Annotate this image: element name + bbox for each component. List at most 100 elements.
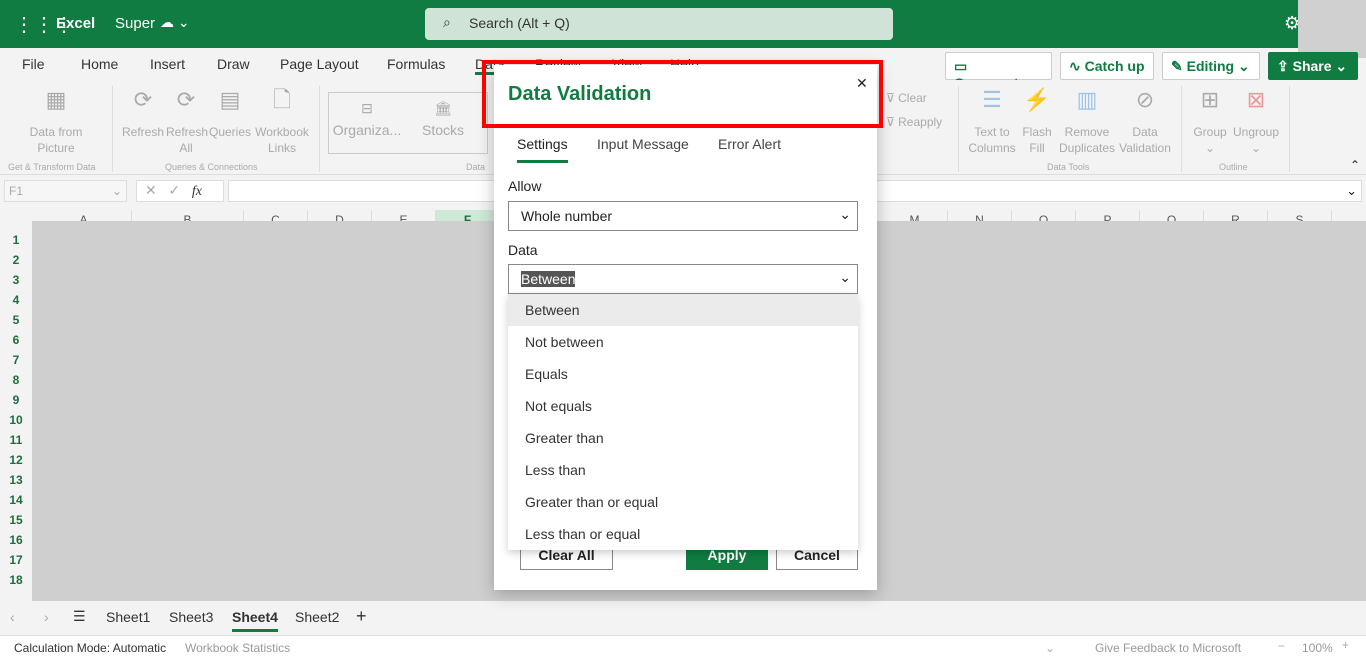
pulse-icon: ∿: [1069, 58, 1085, 74]
option-item[interactable]: Equals: [508, 358, 858, 390]
option-item[interactable]: Not equals: [508, 390, 858, 422]
option-item[interactable]: Greater than: [508, 422, 858, 454]
zoom-out-icon[interactable]: −: [1278, 639, 1285, 653]
row-header[interactable]: 11: [0, 430, 32, 450]
option-item[interactable]: Greater than or equal: [508, 486, 858, 518]
option-item[interactable]: Not between: [508, 326, 858, 358]
feedback-link[interactable]: Give Feedback to Microsoft: [1095, 641, 1241, 655]
workbook-statistics[interactable]: Workbook Statistics: [185, 641, 290, 655]
option-item[interactable]: Less than or equal: [508, 518, 858, 550]
fx-icon[interactable]: fx: [192, 184, 202, 199]
pencil-icon: ✎: [1171, 58, 1187, 74]
row-header[interactable]: 14: [0, 490, 32, 510]
tab-page-layout[interactable]: Page Layout: [280, 56, 359, 72]
clear-button[interactable]: ⊽ Clear: [886, 90, 927, 106]
redacted-area: [1298, 0, 1366, 58]
chevron-down-icon[interactable]: ⌄: [1045, 641, 1055, 655]
row-header[interactable]: 12: [0, 450, 32, 470]
group-label: Outline: [1219, 162, 1248, 172]
stocks-button[interactable]: 🏛 Stocks: [418, 100, 468, 138]
flash-fill-button[interactable]: ⚡ Flash Fill: [1020, 89, 1054, 156]
refresh-all-button[interactable]: ⟳ Refresh All: [166, 89, 208, 156]
label: Queries: [208, 125, 252, 139]
row-header[interactable]: 13: [0, 470, 32, 490]
row-header[interactable]: 16: [0, 530, 32, 550]
tab-formulas[interactable]: Formulas: [387, 56, 445, 72]
tab-home[interactable]: Home: [81, 56, 118, 72]
row-header[interactable]: 1: [0, 230, 32, 250]
tab-insert[interactable]: Insert: [150, 56, 185, 72]
scroll-left-icon[interactable]: ‹: [10, 609, 15, 625]
row-header[interactable]: 9: [0, 390, 32, 410]
text-to-columns-button[interactable]: ☰ Text to Columns: [966, 89, 1018, 156]
comments-button[interactable]: ▭ Comments: [945, 52, 1052, 91]
row-header[interactable]: 15: [0, 510, 32, 530]
zoom-level[interactable]: 100%: [1302, 641, 1333, 655]
tab-input-message[interactable]: Input Message: [597, 136, 689, 152]
sheet-tab-active[interactable]: Sheet4: [232, 609, 278, 632]
collapse-ribbon-icon[interactable]: ⌃: [1350, 158, 1360, 172]
refresh-button[interactable]: ⟳ Refresh: [122, 89, 164, 140]
catch-up-label: Catch up: [1084, 58, 1145, 74]
row-header[interactable]: 10: [0, 410, 32, 430]
name-box[interactable]: F1 ⌄: [4, 180, 127, 202]
remove-duplicates-button[interactable]: ▥ Remove Duplicates: [1058, 87, 1116, 156]
all-sheets-icon[interactable]: ☰: [73, 608, 86, 625]
row-header[interactable]: 7: [0, 350, 32, 370]
allow-label: Allow: [508, 178, 542, 194]
data-from-picture-button[interactable]: ▦ Data from Picture: [22, 89, 90, 156]
group-button[interactable]: ⊞ Group ⌄: [1190, 89, 1230, 156]
row-header[interactable]: 3: [0, 270, 32, 290]
file-name[interactable]: Super: [115, 15, 155, 32]
label: Reapply: [898, 115, 943, 129]
row-header[interactable]: 8: [0, 370, 32, 390]
row-header[interactable]: 18: [0, 570, 32, 590]
row-header[interactable]: 17: [0, 550, 32, 570]
reapply-button[interactable]: ⊽ Reapply: [886, 114, 942, 130]
ungroup-button[interactable]: ⊠ Ungroup ⌄: [1230, 87, 1282, 156]
cancel-icon[interactable]: ✕: [145, 182, 157, 198]
label: Flash Fill: [1022, 125, 1052, 155]
tab-draw[interactable]: Draw: [217, 56, 250, 72]
catch-up-button[interactable]: ∿ Catch up: [1060, 52, 1154, 80]
search-input[interactable]: ⌕ Search (Alt + Q): [425, 8, 893, 40]
data-validation-button[interactable]: ⊘ Data Validation: [1118, 89, 1172, 156]
queries-button[interactable]: ▤ Queries: [208, 87, 252, 140]
editing-label: Editing: [1186, 58, 1235, 74]
row-header[interactable]: 4: [0, 290, 32, 310]
chevron-down-icon[interactable]: ☁ ⌄: [160, 14, 190, 31]
editing-button[interactable]: ✎ Editing ⌄: [1162, 52, 1260, 80]
ungroup-icon: ⊠: [1246, 87, 1266, 112]
option-item[interactable]: Between: [508, 294, 858, 326]
expand-formula-icon[interactable]: ⌄: [1346, 183, 1357, 199]
row-header[interactable]: 2: [0, 250, 32, 270]
tab-settings[interactable]: Settings: [517, 136, 568, 163]
share-button[interactable]: ⇪ Share ⌄: [1268, 52, 1358, 80]
add-sheet-icon[interactable]: +: [356, 606, 367, 627]
workbook-links-button[interactable]: 🗋 Workbook Links: [254, 87, 310, 156]
name-box-value: F1: [9, 184, 24, 198]
sheet-tab[interactable]: Sheet2: [295, 609, 339, 625]
remove-duplicates-icon: ▥: [1076, 87, 1098, 112]
tab-file[interactable]: File: [22, 56, 45, 72]
data-select[interactable]: Between ⌄: [508, 264, 858, 294]
app-name[interactable]: Excel: [56, 15, 95, 32]
queries-icon: ▤: [219, 87, 241, 112]
zoom-in-icon[interactable]: +: [1342, 638, 1349, 652]
sheet-tab[interactable]: Sheet1: [106, 609, 150, 625]
divider: [319, 86, 320, 172]
bank-icon: 🏛: [434, 100, 452, 116]
divider: [958, 86, 959, 172]
link-icon: 🗋: [273, 87, 291, 112]
check-icon[interactable]: ✓: [168, 182, 180, 198]
label: Workbook Links: [255, 125, 309, 155]
option-item[interactable]: Less than: [508, 454, 858, 486]
row-header[interactable]: 5: [0, 310, 32, 330]
organization-button[interactable]: ⊟ Organiza...: [332, 100, 402, 138]
scroll-right-icon[interactable]: ›: [44, 609, 49, 625]
allow-select[interactable]: Whole number ⌄: [508, 201, 858, 231]
row-header[interactable]: 6: [0, 330, 32, 350]
sheet-tab[interactable]: Sheet3: [169, 609, 213, 625]
tab-error-alert[interactable]: Error Alert: [718, 136, 781, 152]
comment-icon: ▭: [954, 58, 968, 74]
